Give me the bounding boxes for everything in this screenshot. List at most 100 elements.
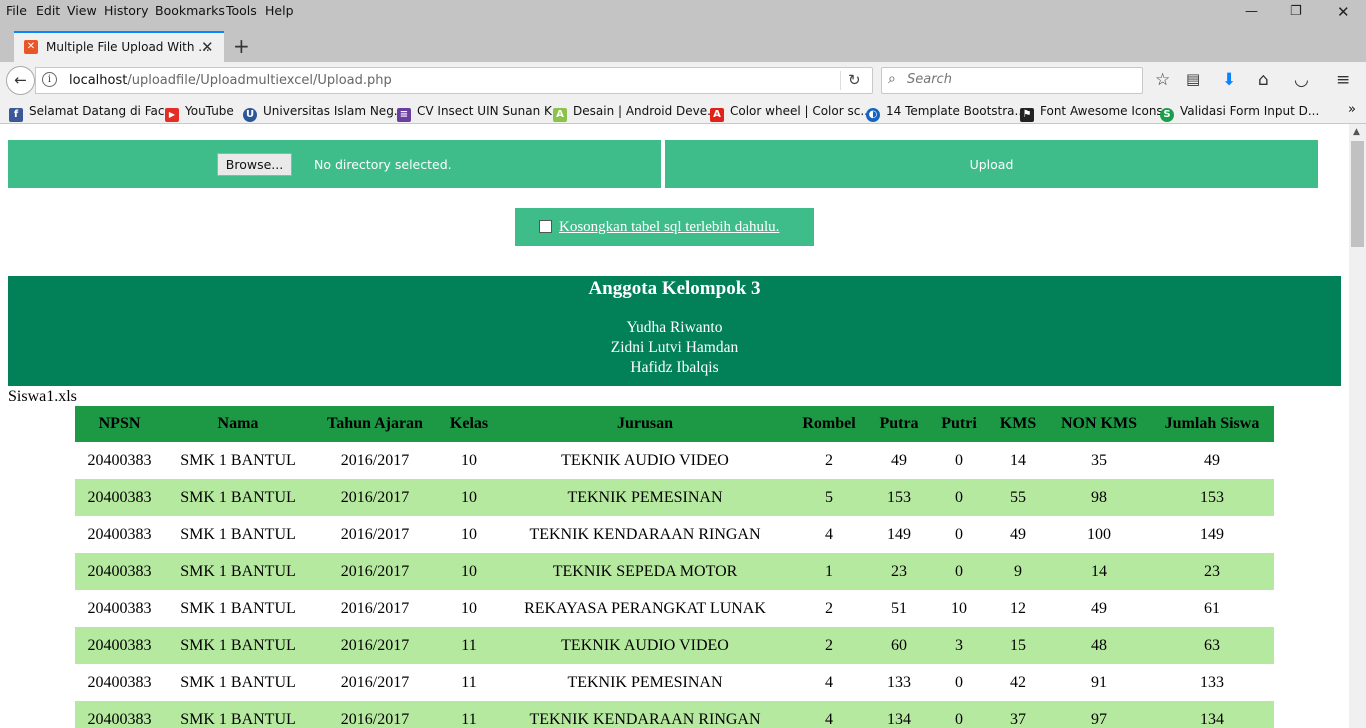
table-cell: 15 [988,627,1048,664]
bookmark-item[interactable]: A Color wheel | Color sc... [710,104,872,122]
reload-icon[interactable]: ↻ [848,71,861,89]
bookmark-item[interactable]: A Desain | Android Deve... [553,104,719,122]
table-cell: 20400383 [75,627,164,664]
menu-help[interactable]: Help [265,3,294,18]
bookmark-item[interactable]: U Universitas Islam Neg... [243,104,405,122]
table-cell: 2016/2017 [312,701,438,728]
pocket-icon[interactable]: ◡ [1294,70,1309,90]
table-cell: SMK 1 BANTUL [180,525,296,543]
document-icon: ≡ [397,108,411,122]
menu-view[interactable]: View [67,3,97,18]
table-cell: 0 [930,553,988,590]
scrollbar-thumb[interactable] [1351,141,1364,247]
truncate-label[interactable]: Kosongkan tabel sql terlebih dahulu. [559,219,779,236]
table-cell: 11 [461,673,477,691]
table-cell: 49 [891,451,907,469]
home-icon[interactable]: ⌂ [1258,70,1269,90]
bookmark-label: Selamat Datang di Fac... [29,104,176,118]
table-cell: 2016/2017 [340,599,410,617]
url-bar[interactable]: i localhost/uploadfile/Uploadmultiexcel/… [35,67,873,94]
column-header: Rombel [790,406,868,442]
bookmark-item[interactable]: S Validasi Form Input D... [1160,104,1319,122]
bookmark-item[interactable]: ⚑ Font Awesome Icons [1020,104,1163,122]
table-cell: 49 [1091,599,1107,617]
minimize-button[interactable]: — [1245,4,1258,19]
team-member: Hafidz Ibalqis [630,359,719,376]
url-host: localhost [69,73,128,88]
menu-history[interactable]: History [104,3,148,18]
more-bookmarks-icon[interactable]: » [1348,102,1356,117]
url-text[interactable]: localhost/uploadfile/Uploadmultiexcel/Up… [69,73,392,88]
back-button[interactable]: ← [6,66,35,95]
bookmark-label: Color wheel | Color sc... [730,104,872,118]
hamburger-menu-icon[interactable]: ≡ [1336,70,1350,90]
site-info-icon[interactable]: i [42,72,57,87]
table-cell: SMK 1 BANTUL [164,553,312,590]
table-cell: 2 [790,627,868,664]
new-tab-icon[interactable]: + [233,34,250,58]
table-row: 20400383 SMK 1 BANTUL 2016/2017 10 TEKNIK PE… [75,479,1274,516]
upload-button[interactable]: Upload [665,140,1318,188]
table-cell: 12 [1010,599,1026,617]
table-cell: 149 [1200,525,1224,543]
search-input[interactable] [907,72,1127,87]
table-cell: 20400383 [75,701,164,728]
table-cell: 133 [1200,673,1224,691]
browser-tab[interactable]: ✕ Multiple File Upload With ... ✕ [14,31,224,62]
table-cell: 10 [438,553,500,590]
bookmark-label: 14 Template Bootstra... [886,104,1026,118]
table-cell: 4 [825,673,833,691]
bookmark-label: Validasi Form Input D... [1180,104,1320,118]
bookmark-item[interactable]: ▶ YouTube [165,104,234,122]
downloads-icon[interactable]: ⬇ [1222,70,1236,90]
bookmark-item[interactable]: ◐ 14 Template Bootstra... [866,104,1026,122]
table-cell: 48 [1048,627,1150,664]
table-cell: 91 [1091,673,1107,691]
column-header: NON KMS [1048,406,1150,442]
scroll-up-arrow-icon[interactable]: ▲ [1353,127,1360,137]
reading-list-icon[interactable]: ▤ [1186,70,1200,88]
upload-panel[interactable]: Upload [665,140,1318,188]
page-scrollbar[interactable]: ▲ [1349,124,1366,728]
bookmark-label: Universitas Islam Neg... [263,104,406,118]
table-cell: SMK 1 BANTUL [164,627,312,664]
bookmark-star-icon[interactable]: ☆ [1155,70,1170,90]
table-header-row: NPSN Nama Tahun Ajaran Kelas Jurusan Rombel Pu… [75,406,1274,442]
menu-file[interactable]: File [6,3,27,18]
browse-button[interactable]: Browse... [217,153,292,176]
table-cell: 0 [955,673,963,691]
table-cell: 63 [1150,627,1274,664]
window-close-button[interactable]: ✕ [1337,3,1350,21]
table-cell: 2016/2017 [312,553,438,590]
xampp-favicon-icon: ✕ [24,40,38,54]
table-cell: 20400383 [75,553,164,590]
table-cell: 20400383 [87,673,152,691]
tab-close-icon[interactable]: ✕ [201,38,214,56]
menu-tools[interactable]: Tools [226,3,257,18]
table-cell: 1 [790,553,868,590]
bookmark-item[interactable]: ≡ CV Insect UIN Sunan K... [397,104,563,122]
table-cell: 4 [825,525,833,543]
restore-button[interactable]: ❐ [1290,4,1302,19]
no-directory-text: No directory selected. [314,157,452,172]
truncate-checkbox[interactable] [539,220,552,233]
table-cell: 5 [790,479,868,516]
back-arrow-icon: ← [14,71,27,89]
table-cell: 35 [1091,451,1107,469]
table-row: 20400383 SMK 1 BANTUL 2016/2017 11 TEKNIK PE… [75,664,1274,701]
table-cell: TEKNIK AUDIO VIDEO [500,627,790,664]
table-cell: SMK 1 BANTUL [164,701,312,728]
menu-bar: File Edit View History Bookmarks Tools H… [0,0,1366,22]
file-name-label: Siswa1.xls [8,388,77,405]
bookmark-label: CV Insect UIN Sunan K... [417,104,564,118]
column-header: Putri [930,406,988,442]
bookmark-item[interactable]: f Selamat Datang di Fac... [9,104,176,122]
table-cell: 97 [1048,701,1150,728]
table-cell: 14 [1010,451,1026,469]
table-cell: 2016/2017 [340,451,410,469]
column-header: Jumlah Siswa [1150,406,1274,442]
menu-edit[interactable]: Edit [36,3,60,18]
column-header: Tahun Ajaran [312,406,438,442]
search-bar[interactable]: ⌕ [881,67,1143,94]
menu-bookmarks[interactable]: Bookmarks [155,3,225,18]
